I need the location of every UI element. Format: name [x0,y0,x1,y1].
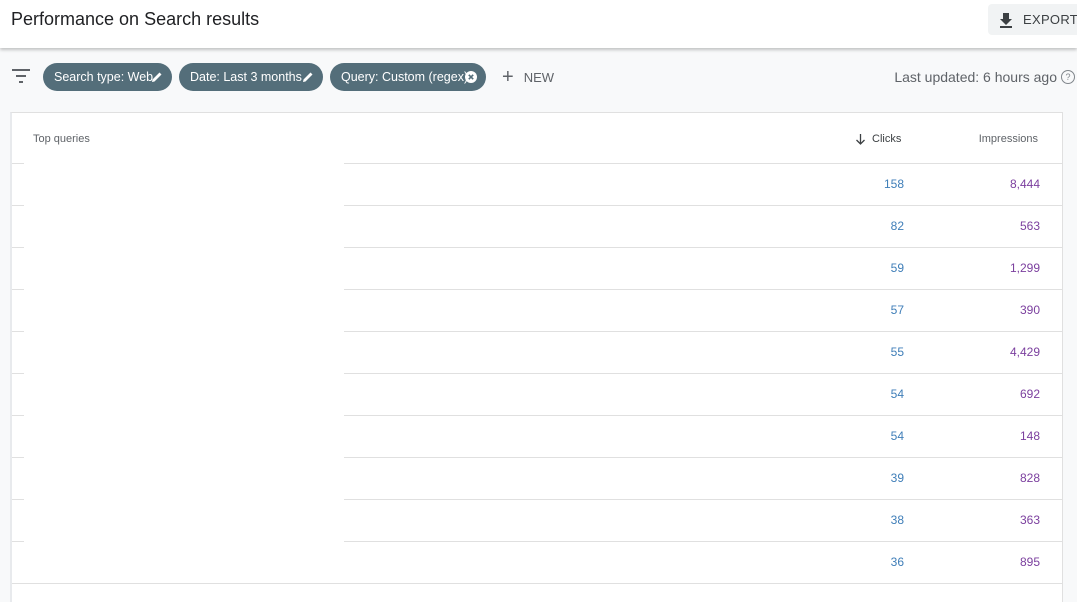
table-row[interactable]: 39 828 [12,457,1063,499]
row-divider [344,331,1063,332]
clicks-value: 54 [890,387,904,401]
row-divider [12,457,24,458]
clicks-value: 54 [890,429,904,443]
table-row[interactable]: 55 4,429 [12,331,1063,373]
download-icon [1000,12,1012,28]
chip-label: Search type: Web [54,70,154,84]
impressions-value: 692 [1019,387,1040,401]
filter-bar: Search type: Web Date: Last 3 months Que… [0,48,1077,106]
last-updated-text: Last updated: 6 hours ago [894,69,1057,85]
row-divider [344,457,1063,458]
table-row[interactable]: 57 390 [12,289,1063,331]
query-cell[interactable] [24,247,344,289]
impressions-value: 828 [1019,471,1040,485]
row-divider [344,541,1063,542]
chip-label: Date: Last 3 months [190,70,302,84]
row-divider [344,205,1063,206]
impressions-value: 1,299 [1009,261,1040,275]
queries-table: Top queries Clicks Impressions 158 8,444 8… [10,112,1063,602]
impressions-value: 390 [1019,303,1040,317]
table-row[interactable]: 158 8,444 [12,163,1063,205]
query-cell[interactable] [24,331,344,373]
help-icon[interactable]: ? [1061,70,1075,84]
row-divider [344,499,1063,500]
table-row[interactable]: 82 563 [12,205,1063,247]
table-row[interactable]: 38 363 [12,499,1063,541]
chip-query[interactable]: Query: Custom (regex) [330,63,486,91]
clicks-value: 82 [890,219,904,233]
row-divider [12,541,24,542]
column-header-clicks[interactable]: Clicks [855,133,901,145]
query-cell[interactable] [24,205,344,247]
row-divider [12,205,24,206]
column-header-impressions[interactable]: Impressions [979,133,1038,145]
clicks-value: 59 [890,261,904,275]
edit-pencil-icon[interactable] [302,71,314,83]
export-label: EXPORT [1023,12,1077,27]
row-divider [344,247,1063,248]
row-divider [12,331,24,332]
clicks-value: 38 [890,513,904,527]
sort-arrow-down-icon [856,133,865,145]
query-cell[interactable] [24,163,344,205]
row-divider [12,373,24,374]
plus-icon: + [502,66,514,88]
clicks-value: 57 [890,303,904,317]
clicks-header-label: Clicks [872,133,902,145]
row-divider [12,415,24,416]
impressions-value: 563 [1019,219,1040,233]
clicks-value: 39 [890,471,904,485]
filter-list-icon[interactable] [12,69,30,83]
new-filter-button[interactable]: + NEW [502,66,554,88]
chip-search-type[interactable]: Search type: Web [43,63,172,91]
row-divider [344,163,1063,164]
query-cell[interactable] [24,289,344,331]
table-row[interactable]: 54 692 [12,373,1063,415]
table-row[interactable]: 54 148 [12,415,1063,457]
row-divider [12,499,24,500]
edit-pencil-icon[interactable] [151,71,163,83]
row-divider [344,415,1063,416]
close-circle-icon[interactable] [465,71,477,83]
clicks-value: 158 [883,177,904,191]
row-divider [12,247,24,248]
impressions-value: 895 [1019,555,1040,569]
query-cell[interactable] [24,457,344,499]
impressions-value: 8,444 [1009,177,1040,191]
query-cell[interactable] [24,499,344,541]
export-button[interactable]: EXPORT [988,4,1077,35]
new-filter-label: NEW [523,69,555,85]
column-header-queries[interactable]: Top queries [33,133,90,145]
table-row[interactable]: 36 895 [12,541,1063,583]
page-title: Performance on Search results [11,9,260,29]
query-cell[interactable] [24,541,344,583]
row-divider [12,163,24,164]
row-divider [344,289,1063,290]
row-divider [344,373,1063,374]
clicks-value: 36 [890,555,904,569]
query-cell[interactable] [24,373,344,415]
impressions-value: 4,429 [1009,345,1040,359]
chip-label: Query: Custom (regex) [341,70,469,84]
query-cell[interactable] [24,415,344,457]
page-header: Performance on Search results EXPORT [0,0,1077,48]
clicks-value: 55 [890,345,904,359]
row-divider [12,289,24,290]
table-row[interactable]: 59 1,299 [12,247,1063,289]
impressions-value: 363 [1019,513,1040,527]
row-divider [12,583,1063,584]
chip-date[interactable]: Date: Last 3 months [179,63,323,91]
impressions-value: 148 [1019,429,1040,443]
